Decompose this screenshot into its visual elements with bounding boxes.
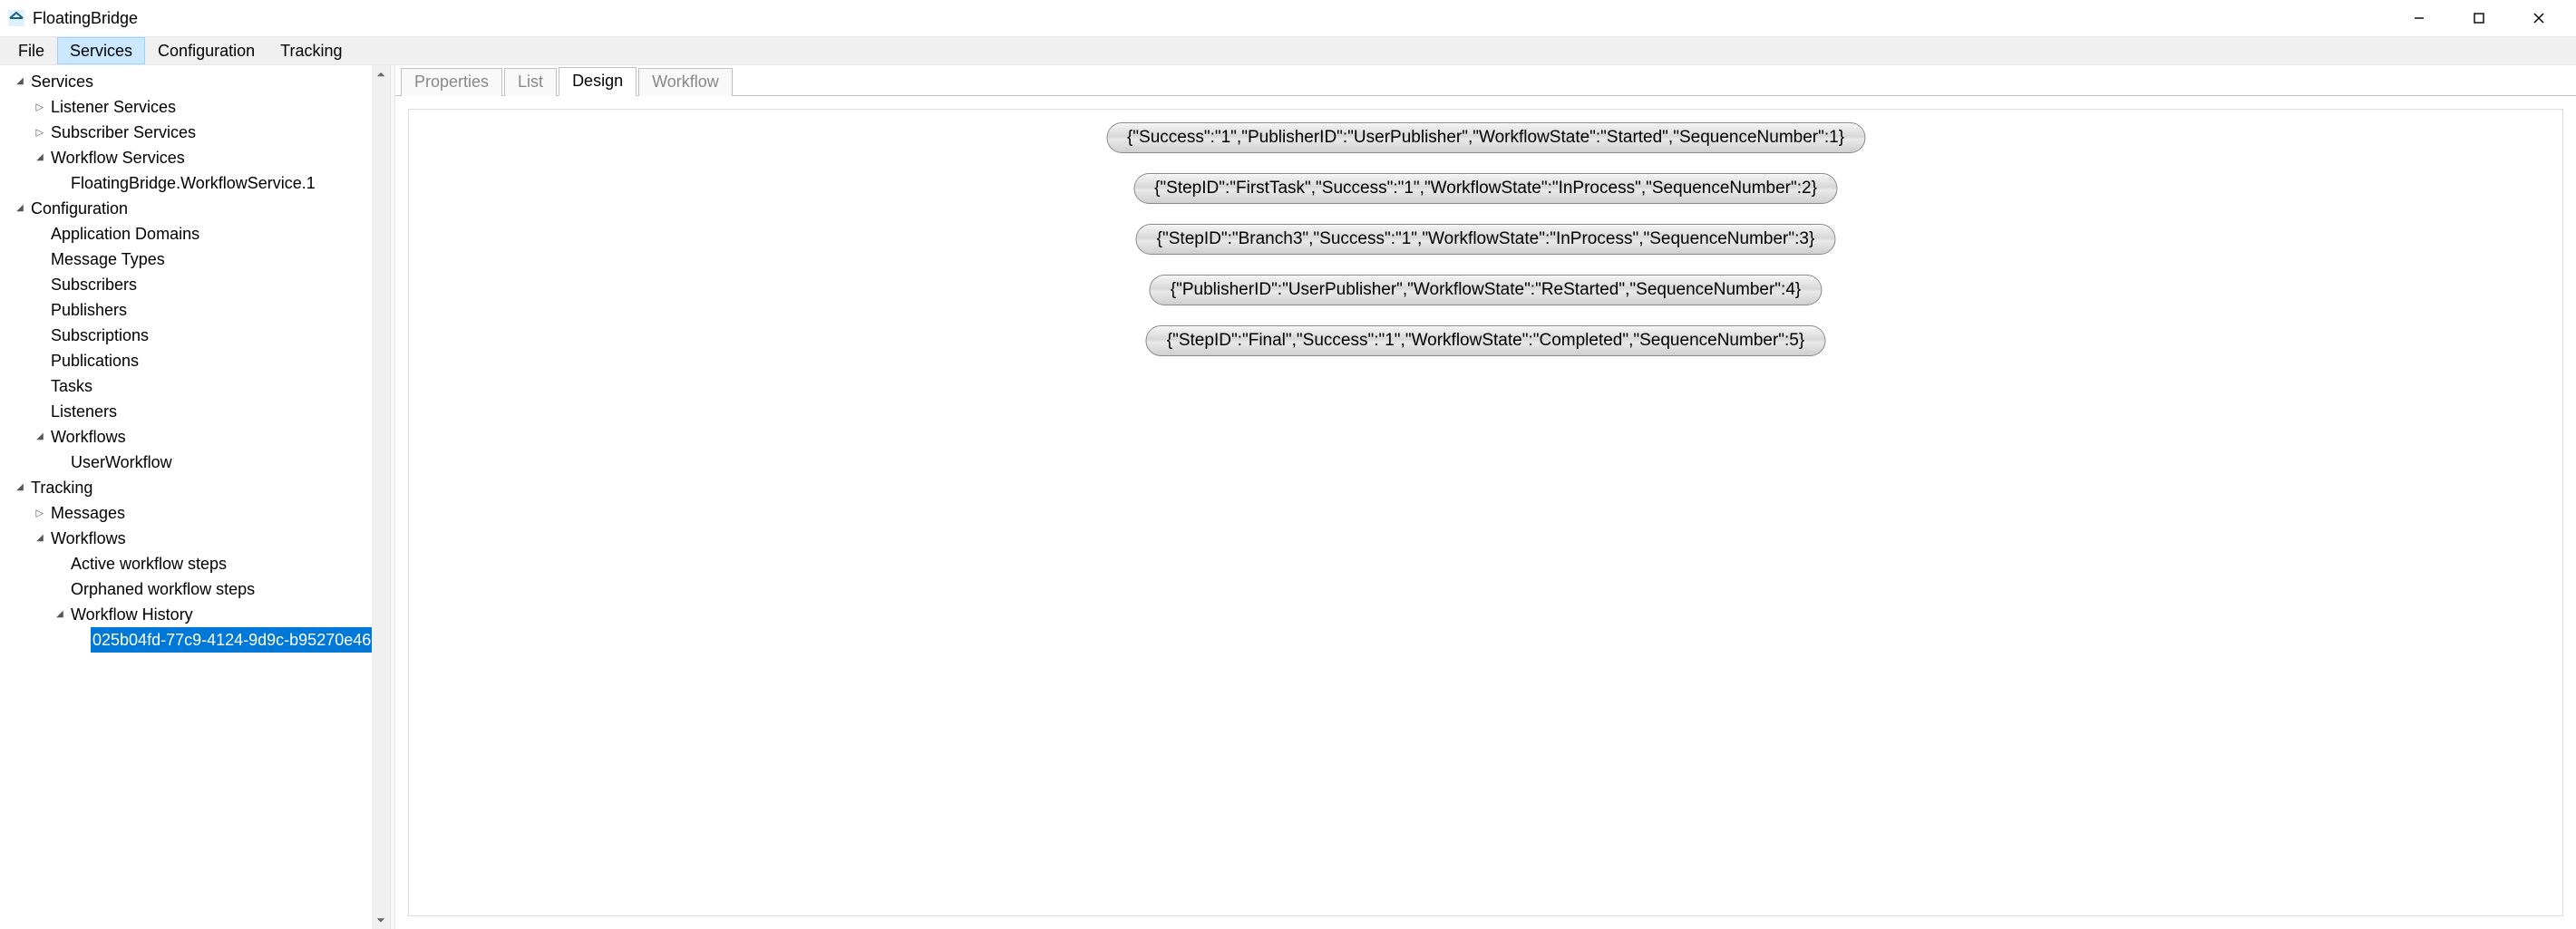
- tree-node-label: Configuration: [31, 196, 128, 221]
- chevron-down-icon[interactable]: [33, 430, 47, 444]
- tree-node[interactable]: Workflows: [0, 526, 390, 551]
- tree-node-label: Application Domains: [51, 221, 199, 247]
- window-title: FloatingBridge: [33, 9, 138, 28]
- chevron-down-icon[interactable]: [13, 201, 27, 216]
- tree-node-label: Listeners: [51, 399, 117, 424]
- tree-node[interactable]: Configuration: [0, 196, 390, 221]
- tree-node-label: UserWorkflow: [71, 450, 172, 475]
- menu-item-configuration[interactable]: Configuration: [145, 37, 267, 64]
- tab-list[interactable]: List: [504, 68, 557, 96]
- tree-node[interactable]: Active workflow steps: [0, 551, 390, 576]
- app-icon: [7, 9, 25, 27]
- tree-node-label: 025b04fd-77c9-4124-9d9c-b95270e46d80: [91, 627, 390, 653]
- menu-item-label: Tracking: [280, 42, 342, 61]
- tree-node[interactable]: Workflow Services: [0, 145, 390, 170]
- menu-item-services[interactable]: Services: [57, 37, 145, 64]
- tab-label: Workflow: [652, 73, 719, 91]
- chevron-down-icon[interactable]: [53, 607, 67, 622]
- tree-node[interactable]: Publications: [0, 348, 390, 373]
- tab-label: Properties: [414, 73, 489, 91]
- tree-node[interactable]: Workflow History: [0, 602, 390, 627]
- chevron-down-icon[interactable]: [13, 74, 27, 89]
- tree-node-label: FloatingBridge.WorkflowService.1: [71, 170, 316, 196]
- tab-strip: Properties List Design Workflow: [395, 65, 2576, 96]
- scrollbar-vertical[interactable]: ⏶ ⏷: [372, 65, 390, 929]
- menu-item-file[interactable]: File: [5, 37, 57, 64]
- scroll-up-icon[interactable]: ⏶: [372, 65, 390, 83]
- tree-node[interactable]: Tasks: [0, 373, 390, 399]
- tree-node[interactable]: Services: [0, 69, 390, 94]
- main-layout: ServicesListener ServicesSubscriber Serv…: [0, 65, 2576, 929]
- maximize-button[interactable]: [2449, 0, 2509, 36]
- chevron-down-icon[interactable]: [33, 531, 47, 546]
- tab-properties[interactable]: Properties: [401, 68, 502, 96]
- tree-node-label: Subscribers: [51, 272, 137, 297]
- tree-node-label: Tasks: [51, 373, 92, 399]
- tree-node[interactable]: Publishers: [0, 297, 390, 323]
- tree-node[interactable]: FloatingBridge.WorkflowService.1: [0, 170, 390, 196]
- workflow-step-node[interactable]: {"Success":"1","PublisherID":"UserPublis…: [1106, 122, 1865, 153]
- chevron-right-icon[interactable]: [33, 125, 47, 140]
- menubar: File Services Configuration Tracking: [0, 36, 2576, 65]
- chevron-down-icon[interactable]: [33, 150, 47, 165]
- tree-node[interactable]: Orphaned workflow steps: [0, 576, 390, 602]
- tree-node-label: Subscriber Services: [51, 120, 196, 145]
- sidebar: ServicesListener ServicesSubscriber Serv…: [0, 65, 390, 929]
- tree-node[interactable]: 025b04fd-77c9-4124-9d9c-b95270e46d80: [0, 627, 390, 653]
- tree-node-label: Listener Services: [51, 94, 176, 120]
- tree-node-label: Publishers: [51, 297, 127, 323]
- tree-node-label: Services: [31, 69, 93, 94]
- design-canvas[interactable]: {"Success":"1","PublisherID":"UserPublis…: [408, 109, 2563, 916]
- workflow-step-node[interactable]: {"StepID":"Final","Success":"1","Workflo…: [1146, 325, 1825, 356]
- tree-node[interactable]: Subscriber Services: [0, 120, 390, 145]
- tree-node-label: Workflow Services: [51, 145, 185, 170]
- tree-node-label: Subscriptions: [51, 323, 149, 348]
- tab-label: List: [518, 73, 543, 91]
- menu-item-label: Configuration: [158, 42, 255, 61]
- tree-node-label: Tracking: [31, 475, 92, 500]
- tree-node[interactable]: Workflows: [0, 424, 390, 450]
- tree-node-label: Publications: [51, 348, 139, 373]
- tree-node-label: Active workflow steps: [71, 551, 227, 576]
- workflow-step-column: {"Success":"1","PublisherID":"UserPublis…: [1106, 122, 1865, 356]
- chevron-right-icon[interactable]: [33, 506, 47, 520]
- tree-node[interactable]: Application Domains: [0, 221, 390, 247]
- tree-node[interactable]: Listeners: [0, 399, 390, 424]
- minimize-button[interactable]: [2389, 0, 2449, 36]
- menu-item-label: File: [18, 42, 44, 61]
- tree-node[interactable]: Message Types: [0, 247, 390, 272]
- chevron-right-icon[interactable]: [33, 100, 47, 114]
- tree-node-label: Message Types: [51, 247, 165, 272]
- tree-node[interactable]: UserWorkflow: [0, 450, 390, 475]
- tab-body: {"Success":"1","PublisherID":"UserPublis…: [395, 96, 2576, 929]
- tree-node[interactable]: Listener Services: [0, 94, 390, 120]
- menu-item-label: Services: [70, 42, 132, 61]
- tab-workflow[interactable]: Workflow: [638, 68, 733, 96]
- workflow-step-node[interactable]: {"StepID":"FirstTask","Success":"1","Wor…: [1133, 173, 1838, 204]
- titlebar: FloatingBridge: [0, 0, 2576, 36]
- tab-design[interactable]: Design: [559, 67, 637, 96]
- menu-item-tracking[interactable]: Tracking: [267, 37, 355, 64]
- tree-node-label: Workflows: [51, 526, 126, 551]
- tree-node-label: Orphaned workflow steps: [71, 576, 255, 602]
- close-button[interactable]: [2509, 0, 2569, 36]
- workflow-step-node[interactable]: {"StepID":"Branch3","Success":"1","Workf…: [1136, 224, 1836, 255]
- tab-label: Design: [572, 72, 623, 90]
- tree-node[interactable]: Subscribers: [0, 272, 390, 297]
- scroll-down-icon[interactable]: ⏷: [372, 911, 390, 929]
- chevron-down-icon[interactable]: [13, 480, 27, 495]
- workflow-step-node[interactable]: {"PublisherID":"UserPublisher","Workflow…: [1150, 275, 1822, 305]
- tree-node-label: Messages: [51, 500, 125, 526]
- tree-node[interactable]: Tracking: [0, 475, 390, 500]
- content-pane: Properties List Design Workflow {"Success":…: [395, 65, 2576, 929]
- tree-view[interactable]: ServicesListener ServicesSubscriber Serv…: [0, 65, 390, 656]
- tree-node[interactable]: Messages: [0, 500, 390, 526]
- tree-node[interactable]: Subscriptions: [0, 323, 390, 348]
- tree-node-label: Workflow History: [71, 602, 193, 627]
- tree-node-label: Workflows: [51, 424, 126, 450]
